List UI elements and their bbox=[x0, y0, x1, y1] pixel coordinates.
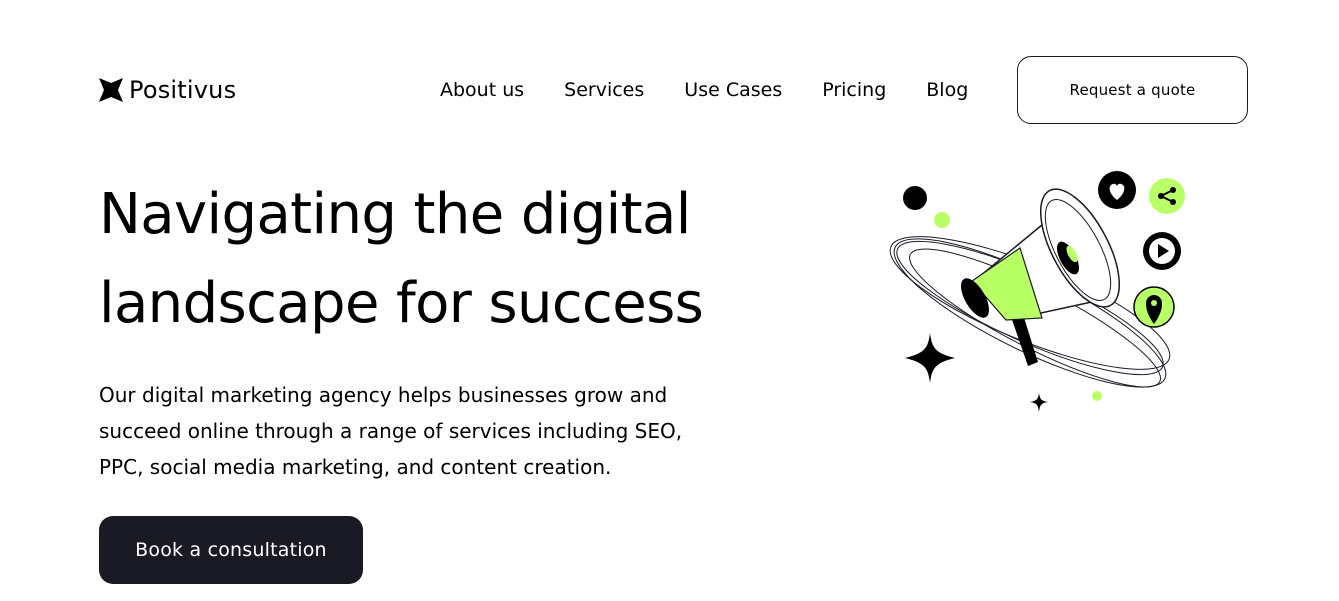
location-pin-icon bbox=[1133, 286, 1175, 328]
hero-title-line: Navigating the digital bbox=[99, 182, 691, 247]
hero-title-line: landscape for success bbox=[99, 271, 704, 336]
share-icon bbox=[1149, 178, 1185, 214]
green-dot bbox=[934, 212, 950, 228]
star-burst-logo-icon bbox=[99, 78, 123, 102]
nav-blog[interactable]: Blog bbox=[926, 77, 968, 103]
request-quote-button[interactable]: Request a quote bbox=[1017, 56, 1248, 124]
hero-description-line: Our digital marketing agency helps busin… bbox=[99, 383, 668, 407]
brand-logo[interactable]: Positivus bbox=[99, 74, 236, 106]
hero-description-line: succeed online through a range of servic… bbox=[99, 419, 683, 443]
landing-page: Positivus About us Services Use Cases Pr… bbox=[0, 0, 1339, 601]
brand-name: Positivus bbox=[129, 76, 237, 104]
hero-illustration bbox=[889, 171, 1185, 412]
nav-services[interactable]: Services bbox=[564, 77, 644, 103]
nav-about-us[interactable]: About us bbox=[440, 77, 524, 103]
main-nav: About us Services Use Cases Pricing Blog bbox=[440, 77, 968, 103]
play-icon bbox=[1143, 232, 1181, 270]
nav-use-cases[interactable]: Use Cases bbox=[684, 77, 782, 103]
hero-description-line: PPC, social media marketing, and content… bbox=[99, 455, 612, 479]
heart-icon bbox=[1098, 171, 1136, 209]
book-consultation-button[interactable]: Book a consultation bbox=[99, 516, 363, 584]
green-dot-small bbox=[1092, 391, 1102, 401]
sparkle-star-icon bbox=[905, 333, 955, 383]
black-dot bbox=[903, 186, 927, 210]
nav-pricing[interactable]: Pricing bbox=[822, 77, 886, 103]
hero-title: Navigating the digital landscape for suc… bbox=[99, 170, 819, 348]
small-sparkle-icon bbox=[1030, 393, 1048, 412]
hero-description: Our digital marketing agency helps busin… bbox=[99, 377, 799, 485]
